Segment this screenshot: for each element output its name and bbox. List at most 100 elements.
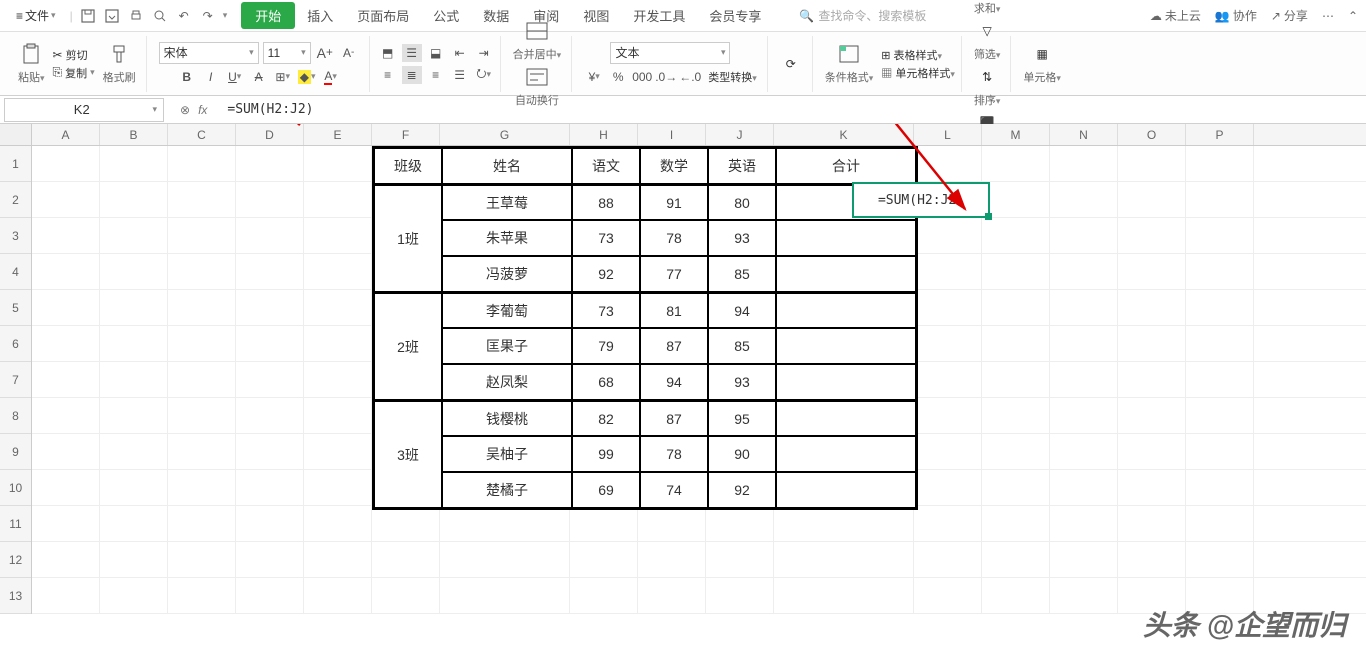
share-button[interactable]: ↗分享 [1271, 7, 1308, 24]
spreadsheet-grid[interactable]: ABCDEFGHIJKLMNOP 12345678910111213 班级姓名语… [0, 124, 1366, 654]
paste-button[interactable]: 粘贴▾ [14, 41, 49, 87]
tab-公式[interactable]: 公式 [421, 2, 471, 29]
cell[interactable] [1118, 398, 1186, 434]
cell[interactable] [1186, 254, 1254, 290]
cell[interactable] [570, 506, 638, 542]
decrease-font-icon[interactable]: A- [339, 44, 359, 62]
cell[interactable] [1050, 434, 1118, 470]
tab-开始[interactable]: 开始 [241, 2, 295, 29]
cell[interactable] [914, 290, 982, 326]
preview-icon[interactable] [151, 7, 169, 25]
cell[interactable] [32, 470, 100, 506]
row-header-4[interactable]: 4 [0, 254, 31, 290]
cell[interactable] [236, 434, 304, 470]
cut-button[interactable]: ✂剪切 [53, 47, 95, 63]
cell[interactable] [1050, 326, 1118, 362]
cell[interactable] [32, 182, 100, 218]
tab-插入[interactable]: 插入 [295, 2, 345, 29]
cell[interactable] [982, 542, 1050, 578]
cell[interactable] [1050, 542, 1118, 578]
table-cell[interactable]: 冯菠萝 [442, 256, 572, 292]
cell[interactable] [236, 182, 304, 218]
cell[interactable] [1118, 326, 1186, 362]
cell[interactable] [440, 578, 570, 614]
cell[interactable] [1050, 290, 1118, 326]
cell[interactable] [982, 470, 1050, 506]
col-header-E[interactable]: E [304, 124, 372, 145]
cell[interactable] [914, 254, 982, 290]
cell[interactable] [304, 398, 372, 434]
table-header[interactable]: 班级 [374, 148, 442, 184]
table-cell[interactable]: 77 [640, 256, 708, 292]
row-header-11[interactable]: 11 [0, 506, 31, 542]
cell[interactable] [304, 470, 372, 506]
cell[interactable] [32, 218, 100, 254]
table-cell[interactable]: 楚橘子 [442, 472, 572, 508]
cell[interactable] [982, 362, 1050, 398]
row-header-2[interactable]: 2 [0, 182, 31, 218]
table-cell[interactable]: 68 [572, 364, 640, 400]
cell[interactable] [236, 506, 304, 542]
border-button[interactable]: ⊞▾ [273, 68, 293, 86]
col-header-P[interactable]: P [1186, 124, 1254, 145]
cell[interactable] [638, 506, 706, 542]
format-painter-button[interactable]: 格式刷 [99, 41, 140, 87]
align-middle-icon[interactable]: ☰ [402, 44, 422, 62]
cond-format-button[interactable]: 条件格式▾ [821, 41, 878, 87]
cell[interactable] [32, 254, 100, 290]
increase-indent-icon[interactable]: ⇥ [474, 44, 494, 62]
table-header[interactable]: 合计 [776, 148, 916, 184]
cell[interactable] [1118, 470, 1186, 506]
row-header-6[interactable]: 6 [0, 326, 31, 362]
cell[interactable] [1186, 398, 1254, 434]
undo-icon[interactable]: ↶ [175, 7, 193, 25]
cell[interactable] [1118, 254, 1186, 290]
cell[interactable] [706, 578, 774, 614]
align-right-icon[interactable]: ≡ [426, 66, 446, 84]
cell[interactable] [982, 434, 1050, 470]
collab-button[interactable]: 👥协作 [1215, 7, 1257, 24]
cell[interactable] [236, 146, 304, 182]
decrease-indent-icon[interactable]: ⇤ [450, 44, 470, 62]
cell[interactable] [1186, 362, 1254, 398]
cell[interactable] [1118, 434, 1186, 470]
cell[interactable] [168, 362, 236, 398]
cell[interactable] [32, 434, 100, 470]
cell[interactable] [914, 218, 982, 254]
cell[interactable] [982, 146, 1050, 182]
comma-icon[interactable]: 000 [632, 68, 652, 86]
copy-button[interactable]: ⎘复制▾ [53, 65, 95, 81]
more-icon[interactable]: ⋯ [1322, 9, 1334, 23]
cell[interactable] [168, 182, 236, 218]
col-header-C[interactable]: C [168, 124, 236, 145]
cell[interactable] [168, 254, 236, 290]
cell[interactable] [982, 290, 1050, 326]
cell[interactable] [1186, 290, 1254, 326]
table-cell[interactable]: 78 [640, 436, 708, 472]
table-cell[interactable]: 85 [708, 328, 776, 364]
table-cell[interactable]: 87 [640, 328, 708, 364]
cell[interactable] [236, 542, 304, 578]
table-cell[interactable]: 匡果子 [442, 328, 572, 364]
col-header-I[interactable]: I [638, 124, 706, 145]
table-cell[interactable]: 80 [708, 184, 776, 220]
orientation-icon[interactable]: ⭮▾ [474, 66, 494, 84]
table-cell[interactable] [776, 472, 916, 508]
cell[interactable] [32, 362, 100, 398]
row-header-9[interactable]: 9 [0, 434, 31, 470]
cell[interactable] [914, 542, 982, 578]
formula-input[interactable]: =SUM(H2:J2) [219, 102, 1366, 117]
cell[interactable] [914, 578, 982, 614]
cell[interactable] [100, 398, 168, 434]
cell[interactable] [982, 398, 1050, 434]
col-header-D[interactable]: D [236, 124, 304, 145]
type-convert-button[interactable]: 类型转换▾ [708, 69, 757, 85]
cell[interactable] [1186, 326, 1254, 362]
cell[interactable] [1186, 470, 1254, 506]
select-all-corner[interactable] [0, 124, 32, 145]
table-cell[interactable] [776, 256, 916, 292]
row-header-3[interactable]: 3 [0, 218, 31, 254]
cell[interactable] [168, 578, 236, 614]
cell[interactable] [914, 362, 982, 398]
cell[interactable] [638, 578, 706, 614]
